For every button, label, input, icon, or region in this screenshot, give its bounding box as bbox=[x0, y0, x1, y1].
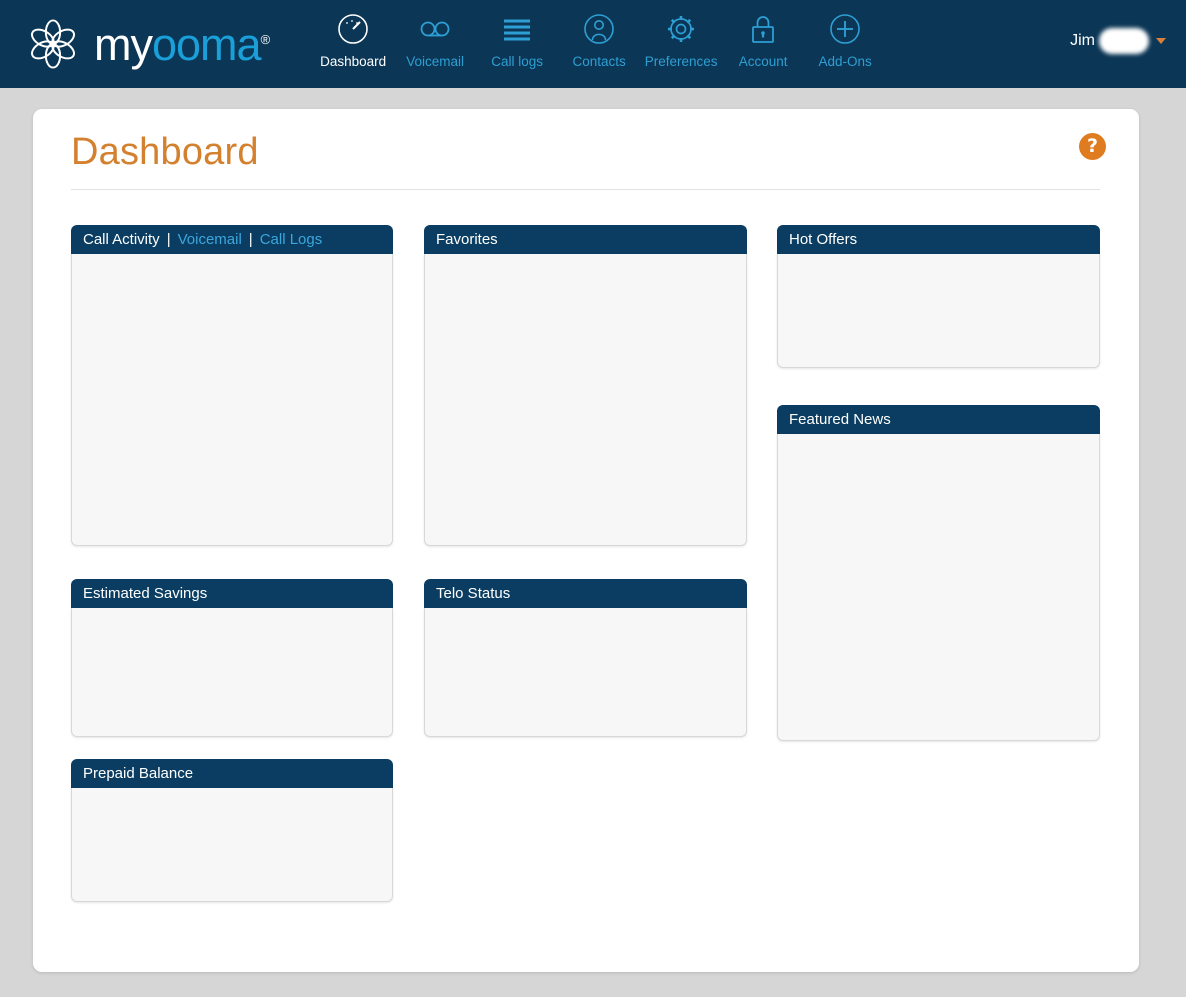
tab-call-logs[interactable]: Call Logs bbox=[260, 231, 323, 248]
brand-word-ooma: ooma bbox=[152, 18, 262, 70]
tab-separator-2: | bbox=[248, 231, 253, 248]
panel-featured-news: Featured News bbox=[777, 405, 1100, 741]
brand-word-my: my bbox=[94, 18, 153, 70]
user-menu[interactable]: Jim bbox=[1070, 28, 1166, 54]
panel-favorites: Favorites bbox=[424, 225, 747, 546]
help-question-icon[interactable]: ? bbox=[1079, 133, 1106, 160]
person-circle-icon bbox=[558, 9, 640, 49]
plus-circle-icon bbox=[804, 9, 886, 49]
nav-item-call-logs[interactable]: Call logs bbox=[476, 9, 558, 69]
user-surname-redacted bbox=[1099, 28, 1149, 54]
registered-mark: ® bbox=[260, 31, 271, 47]
ooma-flower-logo-icon bbox=[22, 13, 84, 75]
dashboard-page-card: Dashboard ? Call Activity | Voicemail | … bbox=[33, 109, 1139, 972]
panel-body-hot-offers bbox=[777, 254, 1100, 368]
list-lines-icon bbox=[476, 9, 558, 49]
tab-voicemail[interactable]: Voicemail bbox=[178, 231, 242, 248]
voicemail-icon bbox=[394, 9, 476, 49]
nav-label-call-logs: Call logs bbox=[491, 54, 544, 69]
tab-separator-1: | bbox=[166, 231, 171, 248]
panel-body-telo-status bbox=[424, 608, 747, 737]
nav-item-add-ons[interactable]: Add-Ons bbox=[804, 9, 886, 69]
lock-icon bbox=[722, 9, 804, 49]
panel-body-prepaid-balance bbox=[71, 788, 393, 902]
panel-header-telo-status: Telo Status bbox=[424, 579, 747, 608]
panel-header-estimated-savings: Estimated Savings bbox=[71, 579, 393, 608]
panel-body-featured-news bbox=[777, 434, 1100, 741]
brand-logo[interactable]: myooma® bbox=[22, 0, 270, 88]
nav-label-preferences: Preferences bbox=[644, 54, 718, 69]
panel-header-featured-news: Featured News bbox=[777, 405, 1100, 434]
nav-label-voicemail: Voicemail bbox=[406, 54, 465, 69]
nav-item-account[interactable]: Account bbox=[722, 9, 804, 69]
nav-label-account: Account bbox=[738, 54, 788, 69]
nav-item-voicemail[interactable]: Voicemail bbox=[394, 9, 476, 69]
user-name-label: Jim bbox=[1070, 32, 1095, 49]
chevron-down-icon[interactable] bbox=[1156, 38, 1166, 44]
nav-items: Dashboard Voicemail Call logs Contacts P… bbox=[312, 0, 886, 88]
nav-item-preferences[interactable]: Preferences bbox=[640, 9, 722, 69]
top-navigation-bar: myooma® Dashboard Voicemail Call logs Co… bbox=[0, 0, 1186, 88]
gear-icon bbox=[640, 9, 722, 49]
nav-item-contacts[interactable]: Contacts bbox=[558, 9, 640, 69]
panel-header-favorites: Favorites bbox=[424, 225, 747, 254]
brand-wordmark: myooma® bbox=[94, 22, 270, 67]
panel-body-estimated-savings bbox=[71, 608, 393, 737]
panel-header-hot-offers: Hot Offers bbox=[777, 225, 1100, 254]
panel-prepaid-balance: Prepaid Balance bbox=[71, 759, 393, 902]
nav-label-dashboard: Dashboard bbox=[320, 54, 387, 69]
panel-hot-offers: Hot Offers bbox=[777, 225, 1100, 368]
panel-estimated-savings: Estimated Savings bbox=[71, 579, 393, 737]
nav-label-contacts: Contacts bbox=[572, 54, 626, 69]
panel-call-activity: Call Activity | Voicemail | Call Logs bbox=[71, 225, 393, 546]
nav-label-add-ons: Add-Ons bbox=[818, 54, 872, 69]
page-title: Dashboard bbox=[71, 131, 259, 173]
panel-header-prepaid-balance: Prepaid Balance bbox=[71, 759, 393, 788]
title-divider bbox=[71, 189, 1100, 190]
panel-body-call-activity bbox=[71, 254, 393, 546]
panel-body-favorites bbox=[424, 254, 747, 546]
panel-header-call-activity: Call Activity | Voicemail | Call Logs bbox=[71, 225, 393, 254]
panel-telo-status: Telo Status bbox=[424, 579, 747, 737]
tab-call-activity[interactable]: Call Activity bbox=[83, 231, 160, 248]
gauge-icon bbox=[312, 9, 394, 49]
nav-item-dashboard[interactable]: Dashboard bbox=[312, 9, 394, 69]
